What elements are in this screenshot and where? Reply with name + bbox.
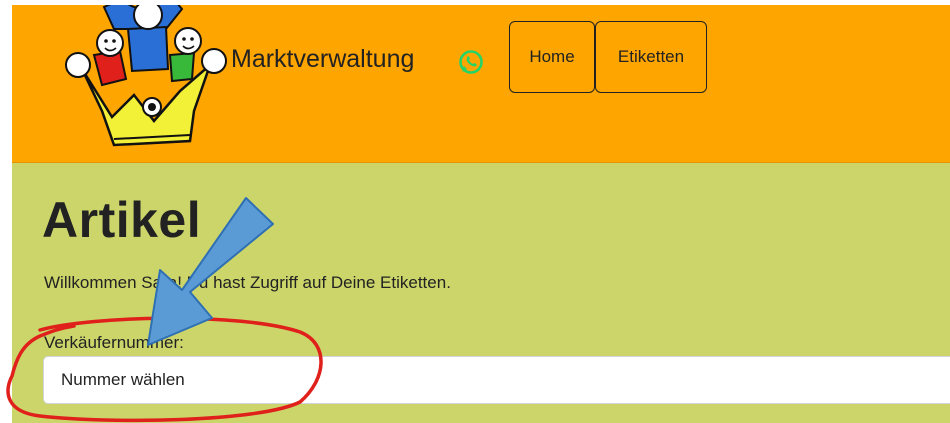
seller-number-select[interactable]: Nummer wählen bbox=[43, 356, 950, 404]
whatsapp-icon[interactable] bbox=[458, 49, 484, 75]
page-title: Artikel bbox=[42, 192, 202, 248]
header-bar: Marktverwaltung Home Etiketten bbox=[12, 5, 950, 163]
seller-number-label: Verkäufernummer: bbox=[44, 333, 184, 352]
brand-title: Marktverwaltung bbox=[231, 45, 415, 73]
main-content: Artikel Willkommen Sara! Du hast Zugriff… bbox=[12, 163, 950, 423]
nav-etiketten-button[interactable]: Etiketten bbox=[595, 21, 707, 93]
welcome-message: Willkommen Sara! Du hast Zugriff auf Dei… bbox=[44, 273, 451, 292]
logo-jester-icon bbox=[65, 5, 227, 147]
nav-home-button[interactable]: Home bbox=[509, 21, 595, 93]
app-frame: Marktverwaltung Home Etiketten Artikel W… bbox=[12, 5, 950, 423]
